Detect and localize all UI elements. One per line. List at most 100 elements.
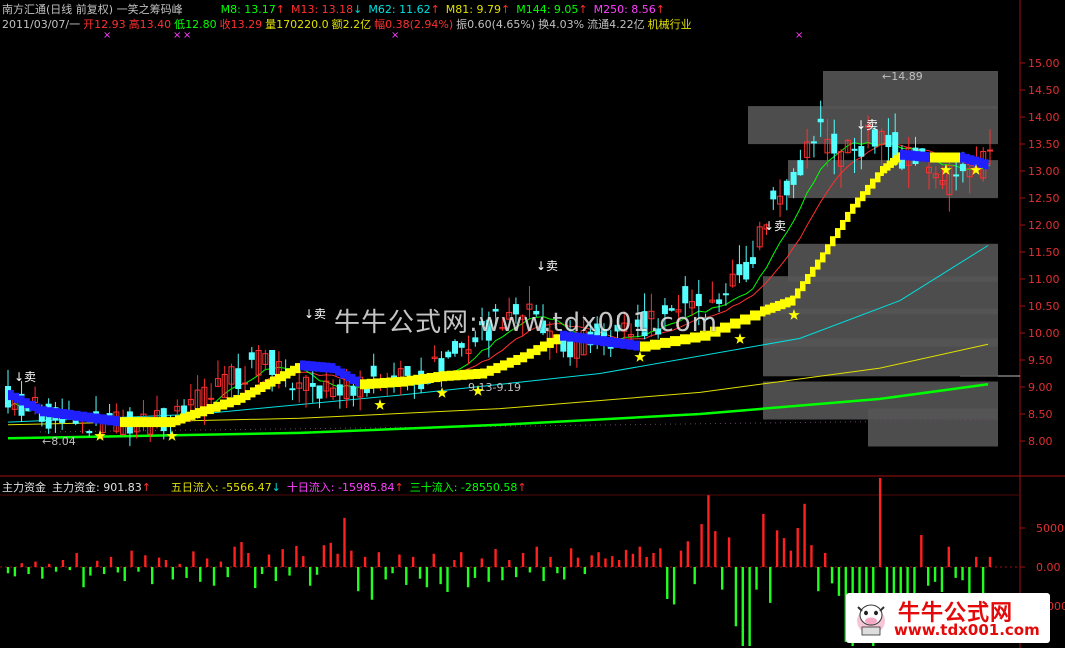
ribbon-block-12-2 [453, 370, 461, 381]
ribbon-block-2-3 [100, 414, 108, 425]
ribbon-block-2-5 [113, 416, 121, 427]
ribbon-block-1-4 [66, 409, 74, 420]
site-logo-badge[interactable]: 牛牛公式网 www.tdx001.com [846, 593, 1050, 643]
candle-65 [445, 349, 452, 359]
sell-signal-2: ↓卖 [536, 259, 558, 273]
high-price-marker: ←14.89 [882, 70, 923, 83]
ribbon-block-10-1 [366, 378, 374, 389]
ribbon-block-0-4 [29, 400, 36, 411]
ribbon-block-8-4 [320, 362, 326, 373]
ribbon-block-9-3 [345, 371, 351, 382]
ribbon-block-17-2 [660, 337, 671, 348]
ribbon-block-10-3 [380, 377, 388, 388]
ribbon-block-24-1 [905, 150, 911, 161]
ribbon-block-3-2 [136, 417, 146, 428]
ribbon-block-21-2 [830, 236, 836, 247]
ribbon-block-1-0 [40, 406, 48, 417]
ribbon-block-13-5 [513, 355, 521, 365]
candle-114 [777, 179, 784, 218]
candle-67 [458, 341, 465, 357]
buy-star-icon-3 [436, 387, 448, 398]
price-tick-label-6: 12.00 [1028, 219, 1060, 232]
ribbon-block-2-4 [106, 415, 114, 426]
ribbon-block-12-3 [460, 369, 468, 380]
ribbon-block-20-1 [795, 288, 801, 299]
candle-43 [296, 373, 303, 403]
ribbon-block-12-0 [440, 371, 448, 382]
ribbon-block-23-4 [893, 155, 898, 166]
candle-33 [228, 363, 235, 398]
chip-peak-6 [763, 338, 998, 377]
ribbon-block-4-2 [180, 413, 186, 424]
ribbon-block-6-5 [265, 379, 271, 390]
ribbon-block-25-4 [950, 152, 956, 163]
ribbon-block-25-5 [955, 152, 961, 163]
chip-peak-8 [868, 408, 998, 447]
ribbon-block-7-2 [280, 371, 286, 382]
ribbon-block-3-5 [161, 417, 171, 428]
price-tick-label-14: 8.00 [1028, 435, 1053, 448]
ribbon-block-19-4 [780, 299, 786, 310]
candle-63 [431, 345, 438, 363]
price-tick-label-12: 9.00 [1028, 381, 1053, 394]
candle-32 [221, 365, 228, 399]
candle-104 [709, 281, 716, 304]
ribbon-block-7-0 [270, 376, 276, 387]
ribbon-block-20-2 [800, 281, 806, 292]
ribbon-block-21-4 [840, 220, 846, 230]
candle-82 [560, 338, 567, 358]
ribbon-block-2-0 [80, 411, 88, 422]
ribbon-block-19-1 [765, 304, 771, 315]
ribbon-block-5-3 [220, 399, 228, 410]
fund-tick-label-0: 5000 [1036, 522, 1064, 535]
ribbon-block-17-1 [650, 339, 661, 350]
ribbon-block-22-1 [855, 197, 861, 208]
event-marker-icon-0: × [103, 30, 111, 41]
ribbon-block-23-1 [883, 163, 888, 174]
ribbon-block-16-4 [626, 339, 634, 350]
ribbon-block-0-3 [24, 398, 30, 409]
ribbon-block-18-4 [740, 314, 751, 325]
ribbon-block-24-0 [900, 149, 906, 160]
candle-44 [302, 374, 309, 408]
price-tick-label-8: 11.00 [1028, 273, 1060, 286]
ribbon-block-14-0 [520, 352, 528, 363]
ribbon-block-23-3 [890, 157, 894, 168]
ribbon-block-26-5 [983, 159, 989, 170]
ribbon-block-12-5 [473, 368, 481, 379]
ribbon-block-4-5 [195, 408, 201, 419]
ribbon-block-3-3 [145, 417, 154, 428]
ribbon-block-9-5 [355, 376, 361, 387]
ribbon-block-6-3 [255, 384, 261, 395]
ribbon-block-13-2 [493, 363, 501, 374]
candle-111 [756, 221, 763, 251]
sell-signal-1: ↓卖 [304, 307, 326, 321]
candle-113 [770, 187, 777, 210]
ribbon-block-0-2 [18, 395, 25, 406]
ribbon-block-26-1 [964, 153, 970, 164]
ribbon-block-1-3 [60, 409, 68, 419]
buy-star-icon-5 [634, 351, 646, 362]
ribbon-block-6-2 [250, 387, 256, 398]
event-marker-icon-2: × [183, 30, 191, 41]
ribbon-block-20-4 [810, 266, 816, 277]
logo-url[interactable]: www.tdx001.com [894, 621, 1040, 639]
ribbon-block-21-5 [845, 211, 851, 222]
buy-star-icon-2 [374, 399, 386, 410]
ribbon-block-11-0 [400, 376, 408, 387]
ribbon-block-12-1 [446, 370, 454, 381]
ribbon-block-21-0 [820, 252, 826, 263]
candle-106 [722, 283, 729, 306]
ribbon-block-9-4 [350, 373, 356, 384]
ribbon-block-8-2 [310, 361, 316, 372]
sell-signal-4: ↓卖 [856, 118, 878, 132]
ribbon-block-26-3 [974, 156, 980, 167]
candle-109 [743, 245, 750, 283]
candle-37 [255, 345, 262, 383]
ribbon-block-25-1 [935, 152, 941, 163]
ribbon-block-7-5 [295, 363, 301, 374]
ribbon-block-3-0 [120, 417, 129, 428]
buy-star-icon-6 [734, 333, 746, 344]
ribbon-block-1-2 [53, 408, 61, 419]
event-marker-icon-1: × [173, 30, 181, 41]
